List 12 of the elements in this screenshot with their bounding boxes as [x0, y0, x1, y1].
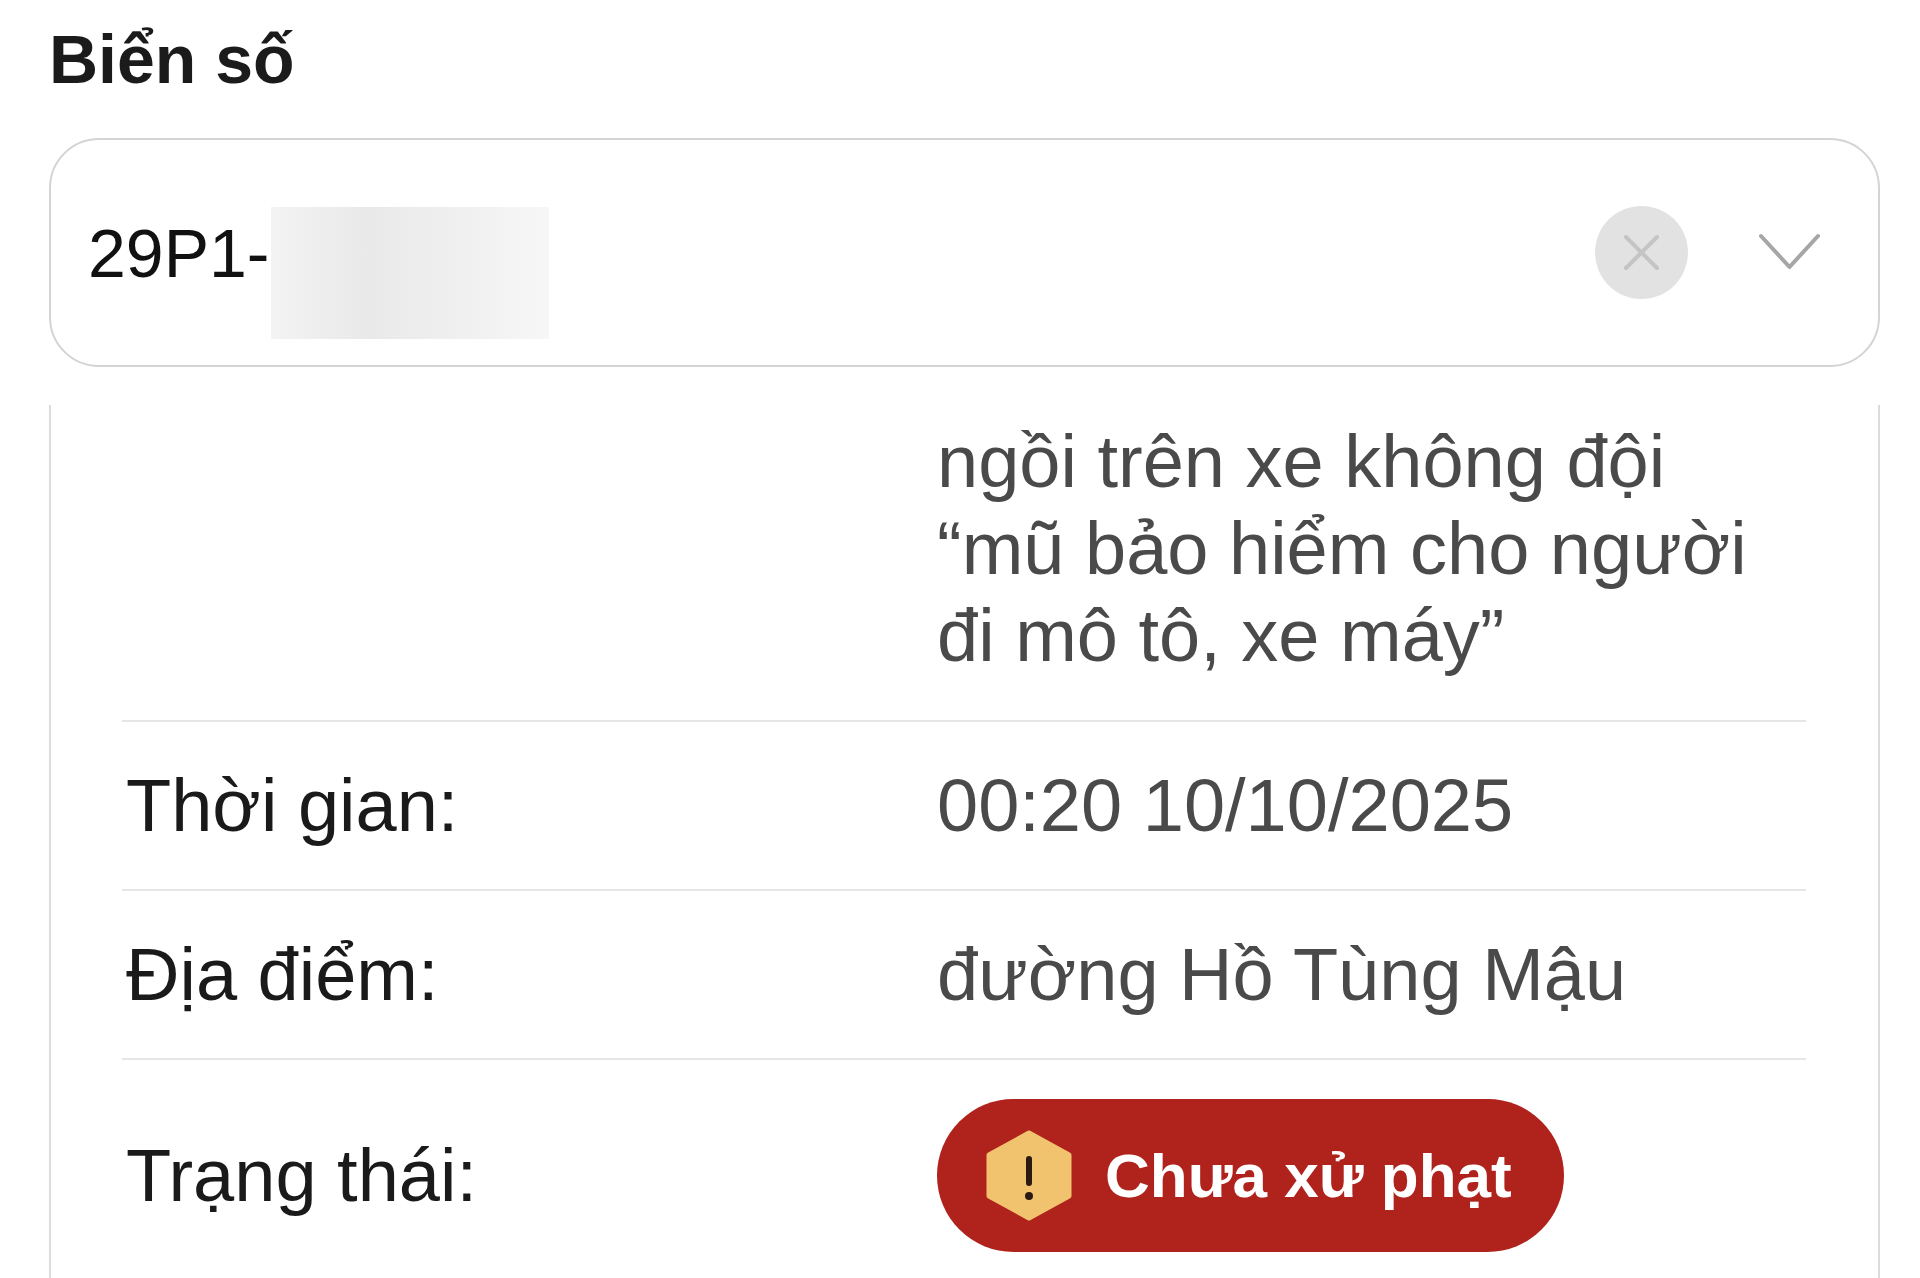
plate-input-field[interactable]: 29P1- [49, 138, 1880, 367]
detail-label: Địa điểm: [125, 932, 439, 1018]
detail-label: Trạng thái: [125, 1133, 477, 1219]
status-text: Chưa xử phạt [1105, 1139, 1512, 1212]
detail-value: 00:20 10/10/2025 [937, 763, 1514, 849]
detail-value: đường Hồ Tùng Mậu [937, 932, 1627, 1018]
detail-label: Thời gian: [125, 763, 459, 849]
chevron-down-icon[interactable] [1758, 233, 1821, 272]
warning-icon [986, 1130, 1072, 1221]
violation-description: ngồi trên xe không đội “mũ bảo hiểm cho người đi mô tô, xe máy” [937, 419, 1748, 679]
clear-icon[interactable] [1595, 206, 1688, 299]
field-label: Biển số [49, 20, 295, 99]
